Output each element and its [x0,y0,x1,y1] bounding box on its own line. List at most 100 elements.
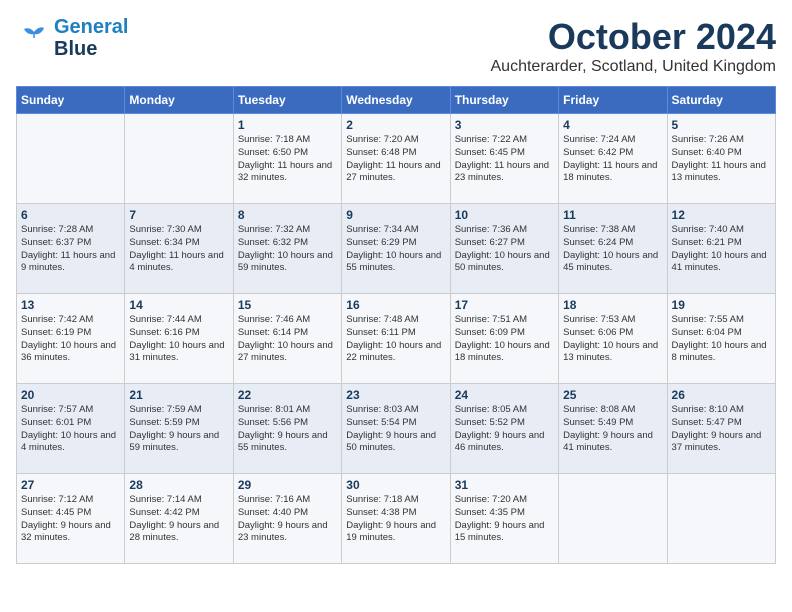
calendar-cell: 8 Sunrise: 7:32 AM Sunset: 6:32 PM Daylig… [233,204,341,294]
calendar-cell: 14 Sunrise: 7:44 AM Sunset: 6:16 PM Dayli… [125,294,233,384]
cell-content: Sunrise: 7:14 AM Sunset: 4:42 PM Dayligh… [129,494,228,545]
calendar-cell: 22 Sunrise: 8:01 AM Sunset: 5:56 PM Dayli… [233,384,341,474]
calendar-cell: 20Sunrise: 7:57 AM Sunset: 6:01 PM Dayli… [17,384,125,474]
cell-content: Sunrise: 7:36 AM Sunset: 6:27 PM Dayligh… [455,224,554,275]
calendar-cell: 1 Sunrise: 7:18 AM Sunset: 6:50 PM Daylig… [233,114,341,204]
calendar-cell: 6 Sunrise: 7:28 AM Sunset: 6:37 PM Daylig… [17,204,125,294]
cell-content: Sunrise: 7:51 AM Sunset: 6:09 PM Dayligh… [455,314,554,365]
day-number: 9 [346,208,445,222]
day-number: 30 [346,478,445,492]
calendar-cell: 15 Sunrise: 7:46 AM Sunset: 6:14 PM Dayli… [233,294,341,384]
calendar-cell [17,114,125,204]
day-number: 20 [21,388,120,402]
cell-content: Sunrise: 7:28 AM Sunset: 6:37 PM Dayligh… [21,224,120,275]
calendar-cell: 16 Sunrise: 7:48 AM Sunset: 6:11 PM Dayli… [342,294,450,384]
day-number: 4 [563,118,662,132]
cell-content: Sunrise: 7:32 AM Sunset: 6:32 PM Dayligh… [238,224,337,275]
calendar-cell: 29 Sunrise: 7:16 AM Sunset: 4:40 PM Dayli… [233,474,341,564]
weekday-header-tuesday: Tuesday [233,87,341,114]
cell-content: Sunrise: 7:12 AM Sunset: 4:45 PM Dayligh… [21,494,120,545]
calendar-cell [125,114,233,204]
calendar-cell: 27 Sunrise: 7:12 AM Sunset: 4:45 PM Dayli… [17,474,125,564]
cell-content: Sunrise: 7:34 AM Sunset: 6:29 PM Dayligh… [346,224,445,275]
day-number: 31 [455,478,554,492]
day-number: 27 [21,478,120,492]
calendar-cell: 24 Sunrise: 8:05 AM Sunset: 5:52 PM Dayli… [450,384,558,474]
day-number: 21 [129,388,228,402]
calendar-cell: 25 Sunrise: 8:08 AM Sunset: 5:49 PM Dayli… [559,384,667,474]
day-number: 19 [672,298,771,312]
day-number: 17 [455,298,554,312]
month-title: October 2024 [491,16,777,58]
calendar-cell [559,474,667,564]
day-number: 1 [238,118,337,132]
calendar-table: SundayMondayTuesdayWednesdayThursdayFrid… [16,86,776,564]
day-number: 2 [346,118,445,132]
day-number: 26 [672,388,771,402]
logo-text: General Blue [54,16,128,60]
cell-content: Sunrise: 7:26 AM Sunset: 6:40 PM Dayligh… [672,134,771,185]
calendar-cell: 23 Sunrise: 8:03 AM Sunset: 5:54 PM Dayli… [342,384,450,474]
day-number: 14 [129,298,228,312]
cell-content: Sunrise: 7:20 AM Sunset: 6:48 PM Dayligh… [346,134,445,185]
day-number: 12 [672,208,771,222]
calendar-cell: 5 Sunrise: 7:26 AM Sunset: 6:40 PM Daylig… [667,114,775,204]
day-number: 28 [129,478,228,492]
day-number: 15 [238,298,337,312]
day-number: 6 [21,208,120,222]
logo-icon [16,20,52,56]
day-number: 24 [455,388,554,402]
calendar-cell: 13 Sunrise: 7:42 AM Sunset: 6:19 PM Dayli… [17,294,125,384]
cell-content: Sunrise: 7:42 AM Sunset: 6:19 PM Dayligh… [21,314,120,365]
day-number: 7 [129,208,228,222]
cell-content: Sunrise: 7:22 AM Sunset: 6:45 PM Dayligh… [455,134,554,185]
calendar-cell: 9 Sunrise: 7:34 AM Sunset: 6:29 PM Daylig… [342,204,450,294]
day-number: 13 [21,298,120,312]
page-header: General Blue October 2024 Auchterarder, … [16,16,776,76]
weekday-header-sunday: Sunday [17,87,125,114]
cell-content: Sunrise: 8:05 AM Sunset: 5:52 PM Dayligh… [455,404,554,455]
weekday-header-thursday: Thursday [450,87,558,114]
cell-content: Sunrise: 7:18 AM Sunset: 6:50 PM Dayligh… [238,134,337,185]
calendar-cell: 26 Sunrise: 8:10 AM Sunset: 5:47 PM Dayli… [667,384,775,474]
cell-content: Sunrise: 7:20 AM Sunset: 4:35 PM Dayligh… [455,494,554,545]
calendar-cell: 19 Sunrise: 7:55 AM Sunset: 6:04 PM Dayli… [667,294,775,384]
day-number: 3 [455,118,554,132]
calendar-cell: 10 Sunrise: 7:36 AM Sunset: 6:27 PM Dayli… [450,204,558,294]
day-number: 5 [672,118,771,132]
calendar-cell: 3 Sunrise: 7:22 AM Sunset: 6:45 PM Daylig… [450,114,558,204]
day-number: 25 [563,388,662,402]
calendar-cell: 30Sunrise: 7:18 AM Sunset: 4:38 PM Dayli… [342,474,450,564]
weekday-header-monday: Monday [125,87,233,114]
cell-content: Sunrise: 8:10 AM Sunset: 5:47 PM Dayligh… [672,404,771,455]
day-number: 29 [238,478,337,492]
cell-content: Sunrise: 7:30 AM Sunset: 6:34 PM Dayligh… [129,224,228,275]
day-number: 23 [346,388,445,402]
cell-content: Sunrise: 8:03 AM Sunset: 5:54 PM Dayligh… [346,404,445,455]
calendar-cell: 21 Sunrise: 7:59 AM Sunset: 5:59 PM Dayli… [125,384,233,474]
cell-content: Sunrise: 7:40 AM Sunset: 6:21 PM Dayligh… [672,224,771,275]
calendar-cell: 31 Sunrise: 7:20 AM Sunset: 4:35 PM Dayli… [450,474,558,564]
day-number: 22 [238,388,337,402]
weekday-header-saturday: Saturday [667,87,775,114]
cell-content: Sunrise: 8:01 AM Sunset: 5:56 PM Dayligh… [238,404,337,455]
cell-content: Sunrise: 8:08 AM Sunset: 5:49 PM Dayligh… [563,404,662,455]
cell-content: Sunrise: 7:55 AM Sunset: 6:04 PM Dayligh… [672,314,771,365]
day-number: 8 [238,208,337,222]
calendar-cell: 7 Sunrise: 7:30 AM Sunset: 6:34 PM Daylig… [125,204,233,294]
calendar-cell: 28 Sunrise: 7:14 AM Sunset: 4:42 PM Dayli… [125,474,233,564]
day-number: 10 [455,208,554,222]
location: Auchterarder, Scotland, United Kingdom [491,58,777,76]
weekday-header-wednesday: Wednesday [342,87,450,114]
cell-content: Sunrise: 7:48 AM Sunset: 6:11 PM Dayligh… [346,314,445,365]
day-number: 16 [346,298,445,312]
cell-content: Sunrise: 7:24 AM Sunset: 6:42 PM Dayligh… [563,134,662,185]
calendar-cell: 18Sunrise: 7:53 AM Sunset: 6:06 PM Dayli… [559,294,667,384]
calendar-cell [667,474,775,564]
cell-content: Sunrise: 7:59 AM Sunset: 5:59 PM Dayligh… [129,404,228,455]
cell-content: Sunrise: 7:46 AM Sunset: 6:14 PM Dayligh… [238,314,337,365]
calendar-cell: 11Sunrise: 7:38 AM Sunset: 6:24 PM Dayli… [559,204,667,294]
cell-content: Sunrise: 7:38 AM Sunset: 6:24 PM Dayligh… [563,224,662,275]
cell-content: Sunrise: 7:16 AM Sunset: 4:40 PM Dayligh… [238,494,337,545]
cell-content: Sunrise: 7:44 AM Sunset: 6:16 PM Dayligh… [129,314,228,365]
